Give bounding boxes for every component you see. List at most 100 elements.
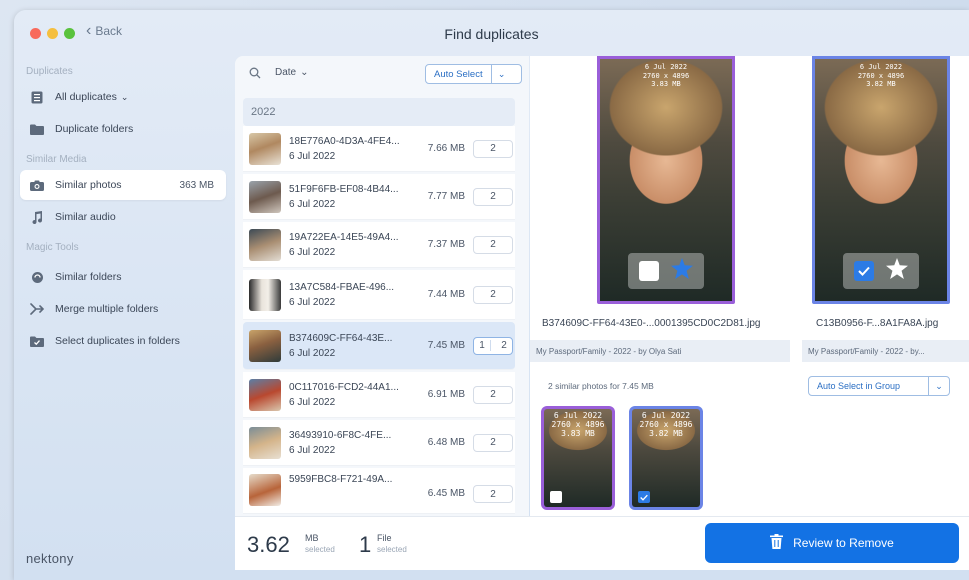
section-title-duplicates: Duplicates: [26, 66, 73, 77]
file-date: 6 Jul 2022: [289, 347, 336, 359]
list-item-selected[interactable]: B374609C-FF64-43E... 6 Jul 2022 7.45 MB 1…: [243, 322, 515, 370]
file-name: B374609C-FF64-43E...: [289, 332, 393, 344]
duplicate-count[interactable]: 2: [473, 433, 513, 452]
list-toolbar: Date ⌄ Auto Select ⌄: [235, 56, 529, 90]
photo-path: My Passport/Family - 2022 - by Olya Sati: [530, 340, 790, 362]
checkmark-icon: [640, 494, 648, 501]
photo-checkbox[interactable]: [550, 491, 562, 503]
photo-thumbnail: [249, 329, 281, 362]
photo-thumbnail: [249, 474, 281, 506]
file-size: 7.37 MB: [427, 239, 465, 250]
chevron-down-icon[interactable]: ⌄: [492, 69, 512, 80]
duplicate-count[interactable]: 2: [473, 235, 513, 254]
list-item[interactable]: 0C117016-FCD2-44A1... 6 Jul 2022 6.91 MB …: [243, 372, 515, 418]
sidebar-item-label: Select duplicates in folders: [55, 335, 180, 347]
sidebar-item-similar-photos[interactable]: Similar photos 363 MB: [20, 170, 226, 200]
checkmark-icon: [858, 266, 870, 276]
music-icon: [28, 210, 46, 224]
selected-files-value: 1: [359, 532, 372, 557]
sidebar-item-label: Similar folders: [55, 271, 122, 283]
file-date: 6 Jul 2022: [289, 246, 336, 258]
auto-select-in-group-label: Auto Select in Group: [809, 377, 929, 395]
sidebar-item-label: All duplicates: [55, 91, 117, 103]
photo-thumbnail: [249, 132, 281, 165]
photo-controls: [843, 253, 919, 289]
section-title-similar-media: Similar Media: [26, 154, 87, 165]
sidebar-item-label: Merge multiple folders: [55, 303, 159, 315]
list-item[interactable]: 51F9F6FB-EF08-4B44... 6 Jul 2022 7.77 MB …: [243, 174, 515, 220]
list-item[interactable]: 19A722EA-14E5-49A4... 6 Jul 2022 7.37 MB …: [243, 222, 515, 268]
photo-checkbox-checked[interactable]: [638, 491, 650, 503]
selected-size-value: 3.62: [247, 532, 290, 557]
duplicate-count[interactable]: 2: [473, 285, 513, 304]
file-size: 7.66 MB: [427, 143, 465, 154]
selected-size-caption: selected: [305, 545, 335, 554]
year-group-header: 2022: [243, 98, 515, 126]
duplicate-count[interactable]: 2: [473, 385, 513, 404]
list-item[interactable]: 13A7C584-FBAE-496... 6 Jul 2022 7.44 MB 2: [243, 270, 515, 320]
sidebar-item-select-duplicates-in-folders[interactable]: Select duplicates in folders: [20, 326, 226, 356]
auto-select-button[interactable]: Auto Select ⌄: [425, 64, 522, 84]
folder-sync-icon: [28, 271, 46, 284]
photo-date: 6 Jul 2022: [859, 63, 903, 71]
file-date: 6 Jul 2022: [289, 296, 336, 308]
sidebar-item-merge-multiple-folders[interactable]: Merge multiple folders: [20, 294, 226, 324]
photo-date: 6 Jul 2022: [644, 63, 688, 71]
photo-preview[interactable]: 6 Jul 2022 2760 x 4896 3.83 MB: [597, 56, 735, 304]
folder-icon: [28, 124, 46, 135]
duplicate-count[interactable]: 2: [473, 139, 513, 158]
photo-size: 3.83 MB: [561, 429, 595, 438]
app-window: ‹ Back Find duplicates Duplicates All du…: [14, 10, 969, 580]
selected-files-unit: File: [377, 533, 392, 543]
list-item[interactable]: 5959FBC8-F721-49A... 6.45 MB 2: [243, 468, 515, 514]
photo-path: My Passport/Family - 2022 - by...: [802, 340, 969, 362]
photo-dimensions: 2760 x 4896: [551, 420, 605, 429]
duplicate-count[interactable]: 2: [473, 485, 513, 503]
similar-photos-size: 363 MB: [179, 179, 214, 191]
similar-photo-thumbnail[interactable]: 6 Jul 2022 2760 x 4896 3.82 MB: [629, 406, 703, 510]
photo-info: 6 Jul 2022 2760 x 4896 3.83 MB: [600, 63, 732, 89]
date-sort-dropdown[interactable]: Date ⌄: [275, 67, 309, 78]
photo-size: 3.82 MB: [649, 429, 683, 438]
list-icon: [28, 91, 46, 104]
search-icon[interactable]: [249, 66, 261, 84]
file-size: 7.44 MB: [427, 289, 465, 300]
auto-select-in-group-button[interactable]: Auto Select in Group ⌄: [808, 376, 950, 396]
star-icon[interactable]: [671, 258, 693, 284]
chevron-down-icon[interactable]: ⌄: [929, 381, 949, 392]
review-to-remove-label: Review to Remove: [793, 536, 894, 550]
file-name: 5959FBC8-F721-49A...: [289, 474, 393, 485]
duplicate-count[interactable]: 1 2: [473, 336, 513, 355]
photo-size: 3.82 MB: [866, 80, 896, 88]
window-title: Find duplicates: [444, 26, 539, 42]
bottom-bar: 3.62 MB selected 1 File selected Review …: [235, 516, 969, 570]
photo-thumbnail: [249, 180, 281, 213]
camera-icon: [28, 180, 46, 191]
sidebar-item-all-duplicates[interactable]: All duplicates ⌄: [20, 82, 226, 112]
photo-dimensions: 2760 x 4896: [639, 420, 693, 429]
similar-photo-thumbnail[interactable]: 6 Jul 2022 2760 x 4896 3.83 MB: [541, 406, 615, 510]
photo-checkbox-checked[interactable]: [854, 261, 874, 281]
photo-date: 6 Jul 2022: [641, 411, 691, 420]
list-item[interactable]: 18E776A0-4D3A-4FE4... 6 Jul 2022 7.66 MB …: [243, 126, 515, 172]
sidebar-item-duplicate-folders[interactable]: Duplicate folders: [20, 114, 226, 144]
photo-size: 3.83 MB: [651, 80, 681, 88]
similar-photos-summary: 2 similar photos for 7.45 MB: [548, 381, 654, 391]
merge-icon: [28, 303, 46, 315]
photo-preview[interactable]: 6 Jul 2022 2760 x 4896 3.82 MB: [812, 56, 950, 304]
nektony-logo: nektony: [26, 551, 74, 566]
review-to-remove-button[interactable]: Review to Remove: [705, 523, 959, 563]
sidebar-item-similar-folders[interactable]: Similar folders: [20, 262, 226, 292]
duplicate-count[interactable]: 2: [473, 187, 513, 206]
photo-dimensions: 2760 x 4896: [857, 71, 905, 80]
photo-date: 6 Jul 2022: [553, 411, 603, 420]
file-date: 6 Jul 2022: [289, 150, 336, 162]
photo-controls: [628, 253, 704, 289]
sidebar-item-similar-audio[interactable]: Similar audio: [20, 202, 226, 232]
star-outline-icon[interactable]: [886, 258, 908, 284]
section-title-magic-tools: Magic Tools: [26, 242, 79, 253]
list-item[interactable]: 36493910-6F8C-4FE... 6 Jul 2022 6.48 MB 2: [243, 420, 515, 466]
total-count: 2: [501, 340, 507, 351]
selected-files-caption: selected: [377, 545, 407, 554]
photo-checkbox[interactable]: [639, 261, 659, 281]
